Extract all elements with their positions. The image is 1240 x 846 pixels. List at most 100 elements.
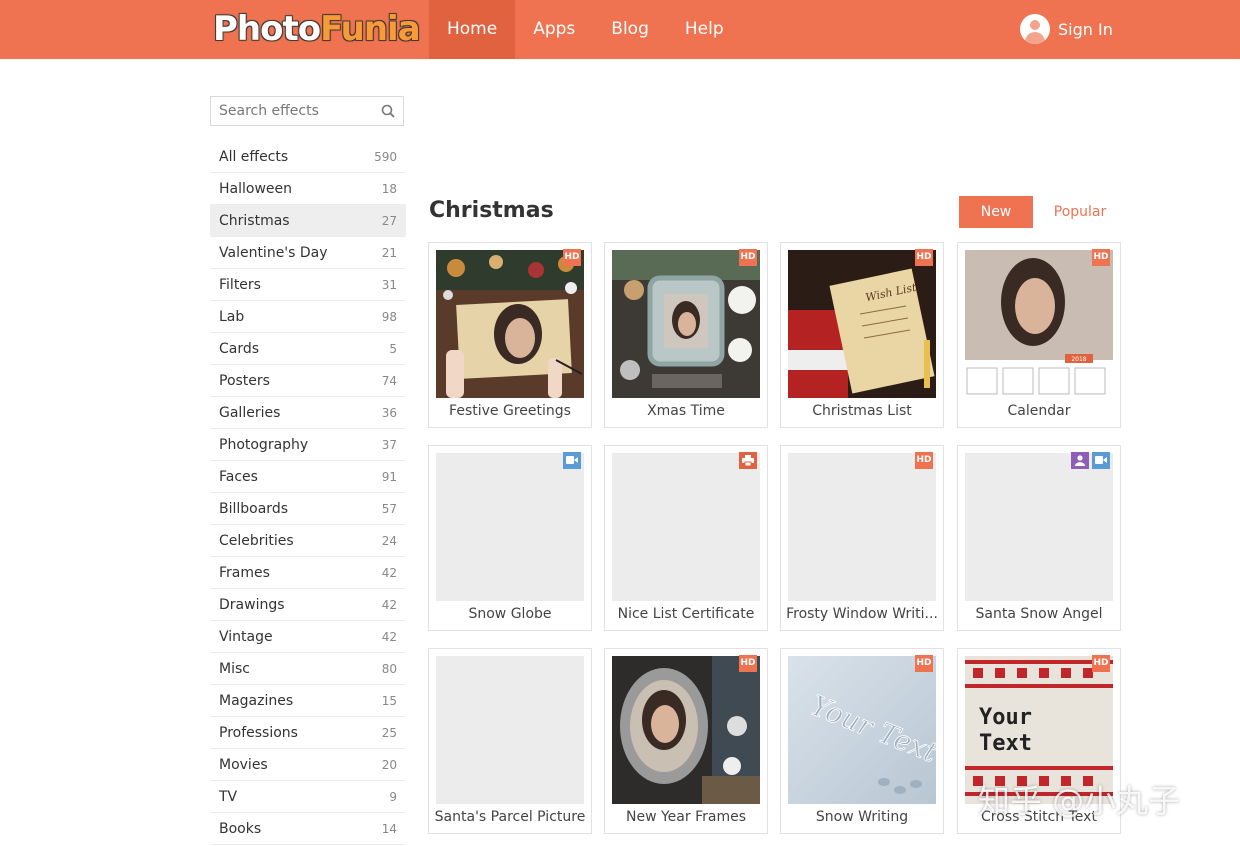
effect-title[interactable]: Nice List Certificate: [609, 606, 763, 622]
photofunia-logo[interactable]: PhotoFunia: [213, 8, 421, 50]
logo-part-photo: Photo: [213, 9, 321, 49]
effect-title[interactable]: Santa Snow Angel: [962, 606, 1116, 622]
category-count: 25: [381, 725, 397, 740]
category-item-photography[interactable]: Photography 37: [210, 429, 406, 461]
effect-card-christmas-list[interactable]: Wish List HD Christmas List: [780, 242, 944, 428]
logo-part-funia: Funia: [320, 9, 421, 49]
category-count: 24: [381, 533, 397, 548]
effect-thumbnail[interactable]: [612, 656, 760, 804]
category-item-professions[interactable]: Professions 25: [210, 717, 406, 749]
category-item-misc[interactable]: Misc 80: [210, 653, 406, 685]
category-label: Filters: [219, 276, 261, 293]
category-item-faces[interactable]: Faces 91: [210, 461, 406, 493]
category-item-cards[interactable]: Cards 5: [210, 333, 406, 365]
effect-title[interactable]: Snow Writing: [785, 809, 939, 825]
category-list: All effects 590 Halloween 18 Christmas 27 Vale…: [210, 141, 406, 845]
category-item-halloween[interactable]: Halloween 18: [210, 173, 406, 205]
effect-thumbnail[interactable]: 2018: [965, 250, 1113, 398]
category-item-lab[interactable]: Lab 98: [210, 301, 406, 333]
effect-thumbnail[interactable]: [436, 250, 584, 398]
user-avatar-icon: [1020, 14, 1050, 44]
search-input[interactable]: [211, 97, 387, 125]
category-label: Photography: [219, 436, 309, 453]
svg-text:2018: 2018: [1071, 356, 1086, 363]
category-count: 20: [381, 757, 397, 772]
category-label: Misc: [219, 660, 250, 677]
effect-thumbnail[interactable]: [612, 453, 760, 601]
category-item-billboards[interactable]: Billboards 57: [210, 493, 406, 525]
category-label: Books: [219, 820, 262, 837]
effect-thumbnail[interactable]: Your Text: [788, 656, 936, 804]
category-count: 18: [381, 181, 397, 196]
category-item-posters[interactable]: Posters 74: [210, 365, 406, 397]
effect-title[interactable]: Snow Globe: [433, 606, 587, 622]
effect-title[interactable]: Christmas List: [785, 403, 939, 419]
category-label: All effects: [219, 148, 289, 165]
effect-title[interactable]: Santa's Parcel Picture: [433, 809, 587, 825]
main-nav: Home Apps Blog Help: [429, 0, 742, 59]
category-label: Movies: [219, 756, 268, 773]
effect-title[interactable]: Frosty Window Writi...: [785, 606, 939, 622]
category-item-books[interactable]: Books 14: [210, 813, 406, 845]
effect-card-festive-greetings[interactable]: HD Festive Greetings: [428, 242, 592, 428]
category-item-valentine-s-day[interactable]: Valentine's Day 21: [210, 237, 406, 269]
category-count: 42: [381, 565, 397, 580]
category-label: TV: [219, 788, 238, 805]
category-label: Professions: [219, 724, 298, 741]
effect-card-nice-list-certificate[interactable]: Nice List Certificate: [604, 445, 768, 631]
category-item-all-effects[interactable]: All effects 590: [210, 141, 406, 173]
category-item-galleries[interactable]: Galleries 36: [210, 397, 406, 429]
search-box: [210, 96, 404, 126]
effect-thumbnail[interactable]: [436, 656, 584, 804]
nav-help[interactable]: Help: [667, 0, 742, 59]
nav-blog[interactable]: Blog: [593, 0, 667, 59]
category-count: 36: [381, 405, 397, 420]
effect-title[interactable]: New Year Frames: [609, 809, 763, 825]
category-label: Cards: [219, 340, 260, 357]
effect-card-snow-globe[interactable]: Snow Globe: [428, 445, 592, 631]
hd-badge: HD: [563, 249, 581, 266]
sign-in-link[interactable]: Sign In: [1020, 13, 1113, 45]
category-label: Celebrities: [219, 532, 294, 549]
category-item-movies[interactable]: Movies 20: [210, 749, 406, 781]
nav-apps[interactable]: Apps: [515, 0, 593, 59]
sign-in-label: Sign In: [1058, 19, 1113, 39]
category-count: 42: [381, 629, 397, 644]
effect-card-santa-s-parcel-picture[interactable]: Santa's Parcel Picture: [428, 648, 592, 834]
category-item-frames[interactable]: Frames 42: [210, 557, 406, 589]
category-item-drawings[interactable]: Drawings 42: [210, 589, 406, 621]
effect-card-frosty-window-writi[interactable]: HD Frosty Window Writi...: [780, 445, 944, 631]
category-label: Faces: [219, 468, 258, 485]
category-item-magazines[interactable]: Magazines 15: [210, 685, 406, 717]
category-item-filters[interactable]: Filters 31: [210, 269, 406, 301]
effect-title[interactable]: Xmas Time: [609, 403, 763, 419]
sort-new-button[interactable]: New: [959, 196, 1033, 228]
category-item-christmas[interactable]: Christmas 27: [210, 205, 406, 237]
effect-title[interactable]: Calendar: [962, 403, 1116, 419]
search-icon[interactable]: [381, 104, 395, 118]
sort-popular-button[interactable]: Popular: [1047, 196, 1113, 228]
category-count: 42: [381, 597, 397, 612]
effect-thumbnail[interactable]: [612, 250, 760, 398]
effect-thumbnail[interactable]: [788, 453, 936, 601]
category-item-tv[interactable]: TV 9: [210, 781, 406, 813]
category-count: 74: [381, 373, 397, 388]
hd-badge: HD: [739, 655, 757, 672]
effect-thumbnail[interactable]: Wish List: [788, 250, 936, 398]
effect-title[interactable]: Festive Greetings: [433, 403, 587, 419]
category-item-vintage[interactable]: Vintage 42: [210, 621, 406, 653]
effect-card-calendar[interactable]: 2018 HD Calendar: [957, 242, 1121, 428]
effect-card-xmas-time[interactable]: HD Xmas Time: [604, 242, 768, 428]
hd-badge: HD: [915, 249, 933, 266]
effect-card-new-year-frames[interactable]: HD New Year Frames: [604, 648, 768, 834]
hd-badge: HD: [915, 655, 933, 672]
svg-text:Text: Text: [979, 731, 1032, 756]
nav-home[interactable]: Home: [429, 0, 516, 59]
category-count: 91: [381, 469, 397, 484]
effect-thumbnail[interactable]: [436, 453, 584, 601]
effect-thumbnail[interactable]: [965, 453, 1113, 601]
category-item-celebrities[interactable]: Celebrities 24: [210, 525, 406, 557]
effect-card-santa-snow-angel[interactable]: Santa Snow Angel: [957, 445, 1121, 631]
effect-card-snow-writing[interactable]: Your Text HD Snow Writing: [780, 648, 944, 834]
hd-badge: HD: [915, 452, 933, 469]
